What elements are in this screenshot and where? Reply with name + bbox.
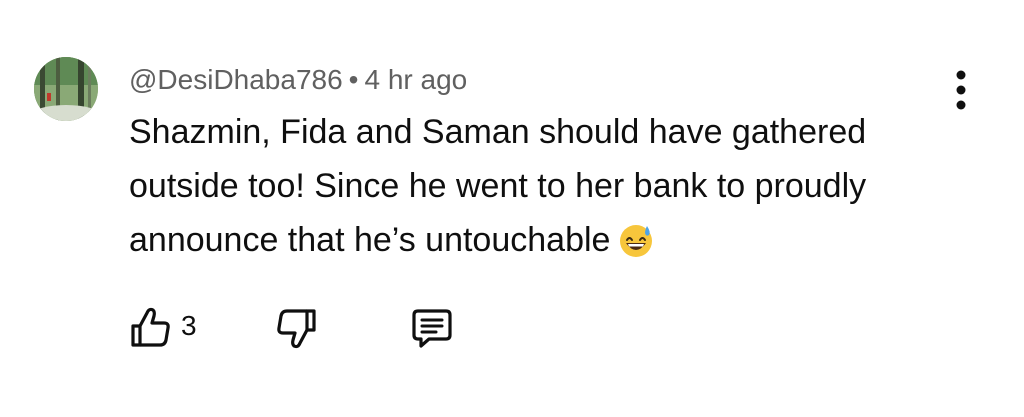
comment-body: Shazmin, Fida and Saman should have gath…: [129, 113, 867, 259]
grinning-face-with-sweat-icon: [618, 221, 654, 275]
reply-button[interactable]: [409, 301, 459, 351]
like-button[interactable]: 3: [129, 301, 209, 351]
comment-time[interactable]: 4 hr ago: [364, 64, 467, 95]
like-count: 3: [181, 310, 197, 341]
dislike-button[interactable]: [272, 301, 322, 351]
comment-meta: @DesiDhaba786 • 4 hr ago: [129, 60, 467, 100]
thumb-down-icon: [277, 309, 316, 349]
avatar[interactable]: [34, 57, 98, 121]
comment-text: Shazmin, Fida and Saman should have gath…: [129, 105, 959, 275]
comment-icon: [412, 309, 452, 348]
meta-separator: •: [348, 64, 359, 95]
thumb-up-icon: [131, 307, 170, 347]
avatar-image: [34, 57, 98, 121]
author-name[interactable]: @DesiDhaba786: [129, 64, 343, 95]
comment-card: @DesiDhaba786 • 4 hr ago Shazmin, Fida and…: [0, 0, 1024, 417]
